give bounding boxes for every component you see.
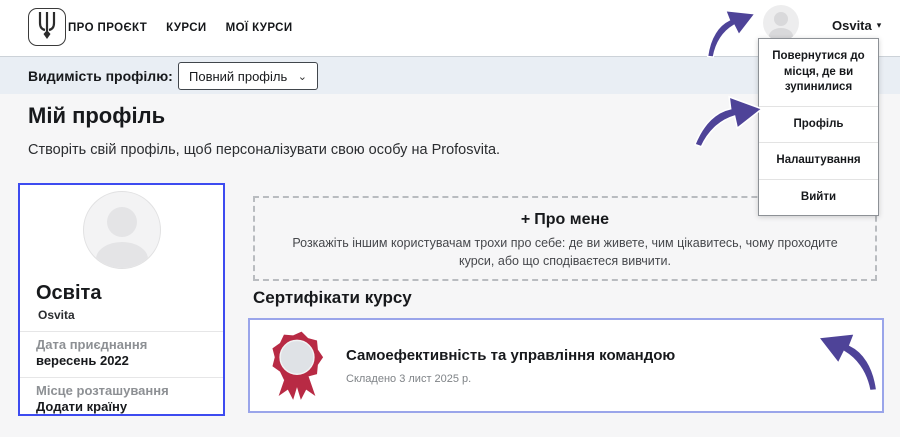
profile-card: Освіта Osvita Дата приєднання вересень 2… (18, 183, 225, 416)
visibility-selected-value: Повний профіль (189, 68, 288, 84)
visibility-label: Видимість профілю: (28, 68, 173, 84)
certificate-card[interactable]: Самоефективність та управління командою … (248, 318, 884, 413)
select-chevron-icon: ⌄ (297, 70, 307, 83)
menu-item-resume[interactable]: Повернутися до місця, де ви зупинилися (759, 39, 878, 107)
plus-icon: + (520, 211, 531, 228)
nav-courses[interactable]: КУРСИ (166, 22, 206, 34)
about-me-label: Про мене (534, 211, 610, 228)
avatar-head-shape (774, 12, 788, 26)
add-country-link[interactable]: Додати країну (36, 399, 223, 414)
menu-item-settings[interactable]: Налаштування (759, 143, 878, 180)
certificate-date: Складено 3 лист 2025 р. (346, 372, 472, 385)
nav-about-project[interactable]: ПРО ПРОЄКТ (68, 22, 147, 34)
joined-label: Дата приєднання (36, 337, 148, 352)
certificate-text: Самоефективність та управління командою … (346, 347, 675, 385)
page-subtitle: Створіть свій профіль, щоб персоналізува… (28, 142, 501, 158)
user-name: Osvita (832, 18, 872, 33)
profile-username: Osvita (38, 308, 75, 322)
menu-item-profile[interactable]: Профіль (759, 107, 878, 144)
page-title: Мій профіль (28, 103, 166, 128)
avatar-body-shape (95, 242, 148, 268)
nav-my-courses[interactable]: МОЇ КУРСИ (226, 22, 293, 34)
main-nav: ПРО ПРОЄКТ КУРСИ МОЇ КУРСИ (68, 0, 293, 56)
profile-name: Освіта (36, 282, 102, 304)
user-dropdown-menu: Повернутися до місця, де ви зупинилися П… (758, 38, 879, 217)
profosvita-logo[interactable] (28, 8, 66, 46)
medal-icon (272, 331, 324, 400)
joined-row: Дата приєднання вересень 2022 (20, 331, 223, 368)
certificate-title: Самоефективність та управління командою (346, 346, 676, 364)
profile-avatar-placeholder[interactable] (82, 191, 161, 269)
avatar[interactable] (763, 5, 799, 41)
avatar-head-shape (106, 207, 137, 237)
chevron-down-icon: ▾ (876, 20, 882, 30)
menu-item-logout[interactable]: Вийти (759, 180, 878, 216)
joined-value: вересень 2022 (36, 353, 129, 368)
about-me-description: Розкажіть іншим користувачам трохи про с… (292, 236, 838, 269)
tryzub-icon (35, 10, 59, 45)
user-menu-toggle[interactable]: Osvita ▾ (832, 18, 881, 33)
visibility-select[interactable]: Повний профіль ⌄ (178, 62, 318, 90)
annotation-arrow-profile (693, 95, 764, 148)
location-row: Місце розташування Додати країну (20, 377, 223, 414)
certificates-heading: Сертифікати курсу (253, 288, 412, 307)
location-label: Місце розташування (36, 383, 169, 398)
